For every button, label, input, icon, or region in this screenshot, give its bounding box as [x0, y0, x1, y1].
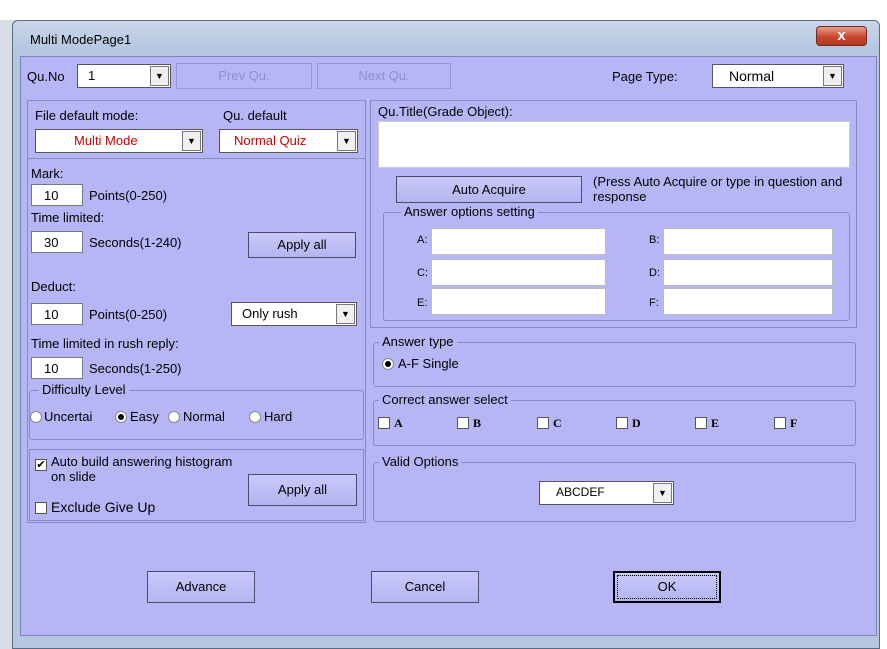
rush-time-value: 10	[44, 361, 59, 376]
apply-all-button[interactable]: Apply all	[248, 232, 356, 258]
auto-build-checkbox[interactable]: ✔	[35, 459, 47, 471]
answer-type-legend: Answer type	[379, 334, 457, 349]
radio-hard[interactable]	[249, 411, 261, 423]
difficulty-option-label: Normal	[183, 409, 225, 424]
apply-all-histogram-button[interactable]: Apply all	[248, 474, 357, 506]
radio-normal[interactable]	[168, 411, 180, 423]
option-b-input[interactable]	[663, 228, 833, 255]
qu-default-value: Normal Quiz	[234, 133, 307, 148]
deduct-mode-select[interactable]: Only rush ▼	[231, 302, 357, 326]
exclude-give-up-checkbox[interactable]	[35, 502, 47, 514]
valid-options-legend: Valid Options	[379, 454, 462, 469]
difficulty-option-label: Easy	[130, 409, 159, 424]
rush-time-input[interactable]: 10	[31, 357, 83, 379]
difficulty-legend: Difficulty Level	[39, 382, 129, 397]
deduct-value: 10	[44, 307, 59, 322]
correct-f-checkbox[interactable]	[774, 417, 786, 429]
mark-value: 10	[44, 188, 59, 203]
valid-options-select[interactable]: ABCDEF ▼	[539, 481, 674, 505]
correct-c-checkbox[interactable]	[537, 417, 549, 429]
auto-acquire-button[interactable]: Auto Acquire	[396, 176, 582, 203]
radio-uncertain[interactable]	[30, 411, 42, 423]
file-default-mode-label: File default mode:	[35, 108, 139, 123]
option-e-input[interactable]	[431, 288, 606, 315]
difficulty-option-label: Uncertai	[44, 409, 93, 424]
option-d-input[interactable]	[663, 259, 833, 286]
radio-af-single[interactable]	[382, 358, 394, 370]
answer-options-legend: Answer options setting	[401, 204, 538, 219]
option-a-label: A:	[417, 234, 428, 246]
ok-button[interactable]: OK	[613, 571, 721, 603]
dialog-client-area: Qu.No 1 ▼ Prev Qu. Next Qu. Page Type: N…	[20, 56, 877, 636]
option-c-label: C:	[417, 267, 428, 279]
file-mode-select[interactable]: Multi Mode ▼	[35, 129, 203, 153]
time-limited-value: 30	[44, 235, 59, 250]
title-bar[interactable]	[14, 22, 878, 52]
auto-build-label: Auto build answering histogram on slide	[51, 454, 233, 484]
close-button[interactable]: x	[816, 26, 867, 46]
advance-button[interactable]: Advance	[147, 571, 255, 603]
time-limited-input[interactable]: 30	[31, 231, 83, 253]
cancel-button[interactable]: Cancel	[371, 571, 479, 603]
qu-title-label: Qu.Title(Grade Object):	[378, 104, 513, 119]
divider	[27, 158, 366, 159]
difficulty-option-label: Hard	[264, 409, 293, 424]
radio-easy[interactable]	[115, 411, 127, 423]
chevron-down-icon: ▼	[150, 66, 169, 86]
rush-time-label: Time limited in rush reply:	[31, 336, 179, 351]
correct-b-checkbox[interactable]	[457, 417, 469, 429]
correct-b-label: B	[473, 416, 482, 430]
file-mode-value: Multi Mode	[74, 133, 138, 148]
qu-no-label: Qu.No	[27, 69, 65, 84]
mark-label: Mark:	[31, 166, 64, 181]
rush-time-unit-label: Seconds(1-250)	[89, 361, 182, 376]
option-f-label: F:	[649, 297, 659, 309]
qu-no-value: 1	[88, 68, 96, 83]
option-f-input[interactable]	[663, 288, 833, 315]
qu-no-select[interactable]: 1 ▼	[77, 64, 171, 88]
window-title: Multi ModePage1	[30, 32, 132, 47]
option-c-input[interactable]	[431, 259, 606, 286]
correct-c-label: C	[553, 416, 562, 430]
time-limited-label: Time limited:	[31, 210, 105, 225]
qu-default-select[interactable]: Normal Quiz ▼	[219, 129, 358, 153]
correct-d-label: D	[632, 416, 641, 430]
option-e-label: E:	[417, 297, 428, 309]
correct-a-label: A	[394, 416, 403, 430]
answer-type-value: A-F Single	[398, 356, 459, 371]
correct-f-label: F	[790, 416, 798, 430]
deduct-input[interactable]: 10	[31, 303, 83, 325]
qu-title-input[interactable]	[378, 121, 850, 168]
chevron-down-icon: ▼	[653, 483, 672, 503]
qu-default-label: Qu. default	[223, 108, 287, 123]
mark-input[interactable]: 10	[31, 184, 83, 206]
correct-e-checkbox[interactable]	[695, 417, 707, 429]
option-a-input[interactable]	[431, 228, 606, 255]
page-type-select[interactable]	[712, 64, 844, 88]
prev-question-button[interactable]: Prev Qu.	[176, 63, 312, 89]
deduct-unit-label: Points(0-250)	[89, 307, 168, 322]
correct-d-checkbox[interactable]	[616, 417, 628, 429]
next-question-button[interactable]: Next Qu.	[317, 63, 451, 89]
chevron-down-icon: ▼	[182, 131, 201, 151]
correct-e-label: E	[711, 416, 720, 430]
correct-answer-legend: Correct answer select	[379, 392, 511, 407]
chevron-down-icon: ▼	[336, 304, 355, 324]
mark-unit-label: Points(0-250)	[89, 188, 168, 203]
deduct-mode-value: Only rush	[242, 306, 298, 321]
option-b-label: B:	[649, 234, 660, 246]
auto-acquire-hint: (Press Auto Acquire or type in question …	[593, 174, 843, 204]
option-d-label: D:	[649, 267, 660, 279]
page-type-label: Page Type:	[612, 69, 678, 84]
exclude-give-up-label: Exclude Give Up	[51, 499, 156, 515]
deduct-label: Deduct:	[31, 279, 76, 294]
chevron-down-icon: ▼	[337, 131, 356, 151]
time-limited-unit-label: Seconds(1-240)	[89, 235, 182, 250]
correct-a-checkbox[interactable]	[378, 417, 390, 429]
valid-options-value: ABCDEF	[556, 485, 605, 499]
